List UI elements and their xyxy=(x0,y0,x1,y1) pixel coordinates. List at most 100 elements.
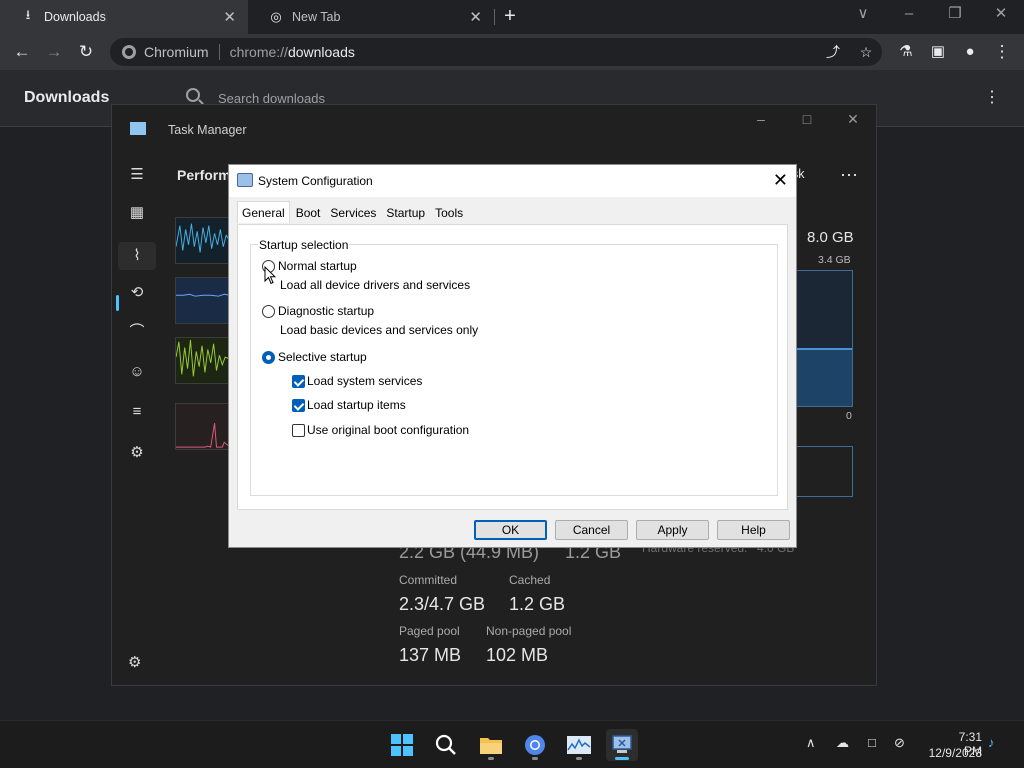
cpu-thumbnail-graph[interactable] xyxy=(175,217,231,264)
minimize-icon[interactable]: – xyxy=(738,111,784,128)
mouse-cursor-icon xyxy=(264,266,276,285)
tab-search-chevron-icon[interactable]: ∨ xyxy=(840,0,886,30)
normal-startup-description: Load all device drivers and services xyxy=(280,278,471,292)
help-button[interactable]: Help xyxy=(717,520,790,540)
restore-icon[interactable]: ❐ xyxy=(932,0,978,30)
taskbar-date[interactable]: 12/9/2023 xyxy=(921,746,982,760)
memory-composition-bar xyxy=(796,446,853,497)
general-tab-panel: Startup selection Normal startup Load al… xyxy=(237,224,788,510)
services-puzzle-icon[interactable]: ⚙ xyxy=(126,442,148,464)
volume-muted-icon[interactable]: ⊘ xyxy=(894,735,905,751)
disk-thumbnail-graph[interactable] xyxy=(175,337,231,384)
downloads-more-icon[interactable]: ⋮ xyxy=(984,88,1000,108)
load-system-services-label: Load system services xyxy=(307,374,423,388)
tab-new-tab[interactable]: ◎ New Tab ✕ xyxy=(248,0,494,34)
diagnostic-startup-label: Diagnostic startup xyxy=(278,304,375,318)
labs-flask-icon[interactable]: ⚗ xyxy=(894,40,918,64)
minimize-icon[interactable]: – xyxy=(886,0,932,30)
tab-separator xyxy=(494,9,495,25)
load-system-services-checkbox[interactable] xyxy=(292,374,305,388)
taskbar-system-configuration[interactable] xyxy=(606,729,638,761)
settings-gear-icon[interactable]: ⚙ xyxy=(128,653,141,671)
share-icon[interactable]: ⤴ xyxy=(822,42,844,62)
selective-startup-radio[interactable] xyxy=(262,350,275,364)
windows-logo-icon xyxy=(391,734,413,756)
search-icon xyxy=(186,88,200,102)
non-paged-pool-label: Non-paged pool xyxy=(486,624,572,638)
back-arrow-icon[interactable]: ← xyxy=(10,40,34,64)
address-separator xyxy=(218,44,220,60)
task-manager-window-controls: – □ ✕ xyxy=(738,111,876,128)
diagnostic-startup-description: Load basic devices and services only xyxy=(280,323,479,337)
diagnostic-startup-option[interactable]: Diagnostic startup xyxy=(262,304,374,318)
memory-thumbnail-graph[interactable] xyxy=(175,277,231,324)
dialog-tabs: General Boot Services Startup Tools xyxy=(237,201,469,224)
windows-taskbar: ∧ ☁ □ ⊘ 7:31 PM 12/9/2023 ♪ xyxy=(0,720,1024,768)
chromium-site-icon xyxy=(122,45,136,59)
startup-apps-icon[interactable]: ⌒ xyxy=(126,321,148,343)
tab-startup[interactable]: Startup xyxy=(382,203,429,223)
network-thumbnail-graph[interactable] xyxy=(175,403,231,450)
more-options-icon[interactable]: ⋯ xyxy=(840,165,859,186)
system-configuration-dialog: System Configuration ✕ General Boot Serv… xyxy=(228,164,797,548)
show-hidden-icons-chevron-icon[interactable]: ∧ xyxy=(806,735,816,751)
load-startup-items-checkbox[interactable] xyxy=(292,398,305,412)
processes-icon[interactable]: ▦ xyxy=(126,202,148,224)
network-monitor-icon[interactable]: □ xyxy=(868,735,876,750)
users-icon[interactable]: ☺ xyxy=(126,361,148,383)
apply-button[interactable]: Apply xyxy=(636,520,709,540)
reload-icon[interactable]: ↻ xyxy=(74,40,98,64)
selective-startup-option[interactable]: Selective startup xyxy=(262,350,367,364)
forward-arrow-icon[interactable]: → xyxy=(42,40,66,64)
diagnostic-startup-radio[interactable] xyxy=(262,304,275,318)
hamburger-menu-icon[interactable]: ☰ xyxy=(126,164,148,186)
memory-graph-max: 3.4 GB xyxy=(818,254,851,266)
active-app-indicator xyxy=(615,757,629,760)
memory-total: 8.0 GB xyxy=(807,229,854,246)
tab-tools[interactable]: Tools xyxy=(431,203,467,223)
cancel-button[interactable]: Cancel xyxy=(555,520,628,540)
committed-label: Committed xyxy=(399,573,458,587)
maximize-icon[interactable]: □ xyxy=(784,111,830,128)
paged-pool-label: Paged pool xyxy=(399,624,460,638)
tab-boot[interactable]: Boot xyxy=(292,203,325,223)
performance-heading: Perform xyxy=(177,167,231,183)
new-tab-button[interactable]: + xyxy=(498,5,522,29)
tab-downloads[interactable]: ⭳ Downloads ✕ xyxy=(0,0,248,34)
onedrive-cloud-icon[interactable]: ☁ xyxy=(836,735,849,751)
dialog-title: System Configuration xyxy=(258,174,373,188)
load-startup-items-option[interactable]: Load startup items xyxy=(292,398,406,412)
use-original-boot-checkbox[interactable] xyxy=(292,423,305,437)
taskbar-file-explorer[interactable] xyxy=(475,729,507,761)
normal-startup-option[interactable]: Normal startup xyxy=(262,259,357,273)
close-window-icon[interactable]: ✕ xyxy=(830,111,876,128)
close-tab-icon[interactable]: ✕ xyxy=(223,8,236,26)
chromium-icon xyxy=(525,735,545,755)
close-window-icon[interactable]: ✕ xyxy=(978,0,1024,30)
close-icon[interactable]: ✕ xyxy=(773,170,788,190)
address-bar[interactable]: Chromium chrome:// downloads ⤴ ☆ xyxy=(110,38,882,66)
taskbar-search-button[interactable] xyxy=(430,729,462,761)
bookmark-star-icon[interactable]: ☆ xyxy=(855,42,877,62)
use-original-boot-option[interactable]: Use original boot configuration xyxy=(292,423,469,437)
tab-general[interactable]: General xyxy=(237,201,290,223)
start-button[interactable] xyxy=(386,729,418,761)
paged-pool-value: 137 MB xyxy=(399,645,462,665)
use-original-boot-label: Use original boot configuration xyxy=(307,423,470,437)
close-tab-icon[interactable]: ✕ xyxy=(469,8,482,26)
taskbar-task-manager[interactable] xyxy=(563,729,595,761)
taskbar-chromium[interactable] xyxy=(519,729,551,761)
tab-services[interactable]: Services xyxy=(326,203,380,223)
details-list-icon[interactable]: ≡ xyxy=(126,401,148,423)
profile-icon[interactable]: ● xyxy=(958,40,982,64)
address-scheme: chrome:// xyxy=(229,44,288,60)
notification-bell-icon[interactable]: ♪ xyxy=(988,735,995,750)
side-panel-icon[interactable]: ▣ xyxy=(926,40,950,64)
performance-icon[interactable]: ⌇ xyxy=(118,242,156,270)
load-system-services-option[interactable]: Load system services xyxy=(292,374,422,388)
ok-button[interactable]: OK xyxy=(474,520,547,540)
chrome-menu-icon[interactable]: ⋮ xyxy=(990,40,1014,64)
address-host: downloads xyxy=(287,44,355,60)
search-icon xyxy=(435,734,456,755)
app-history-icon[interactable]: ⟲ xyxy=(126,282,148,304)
